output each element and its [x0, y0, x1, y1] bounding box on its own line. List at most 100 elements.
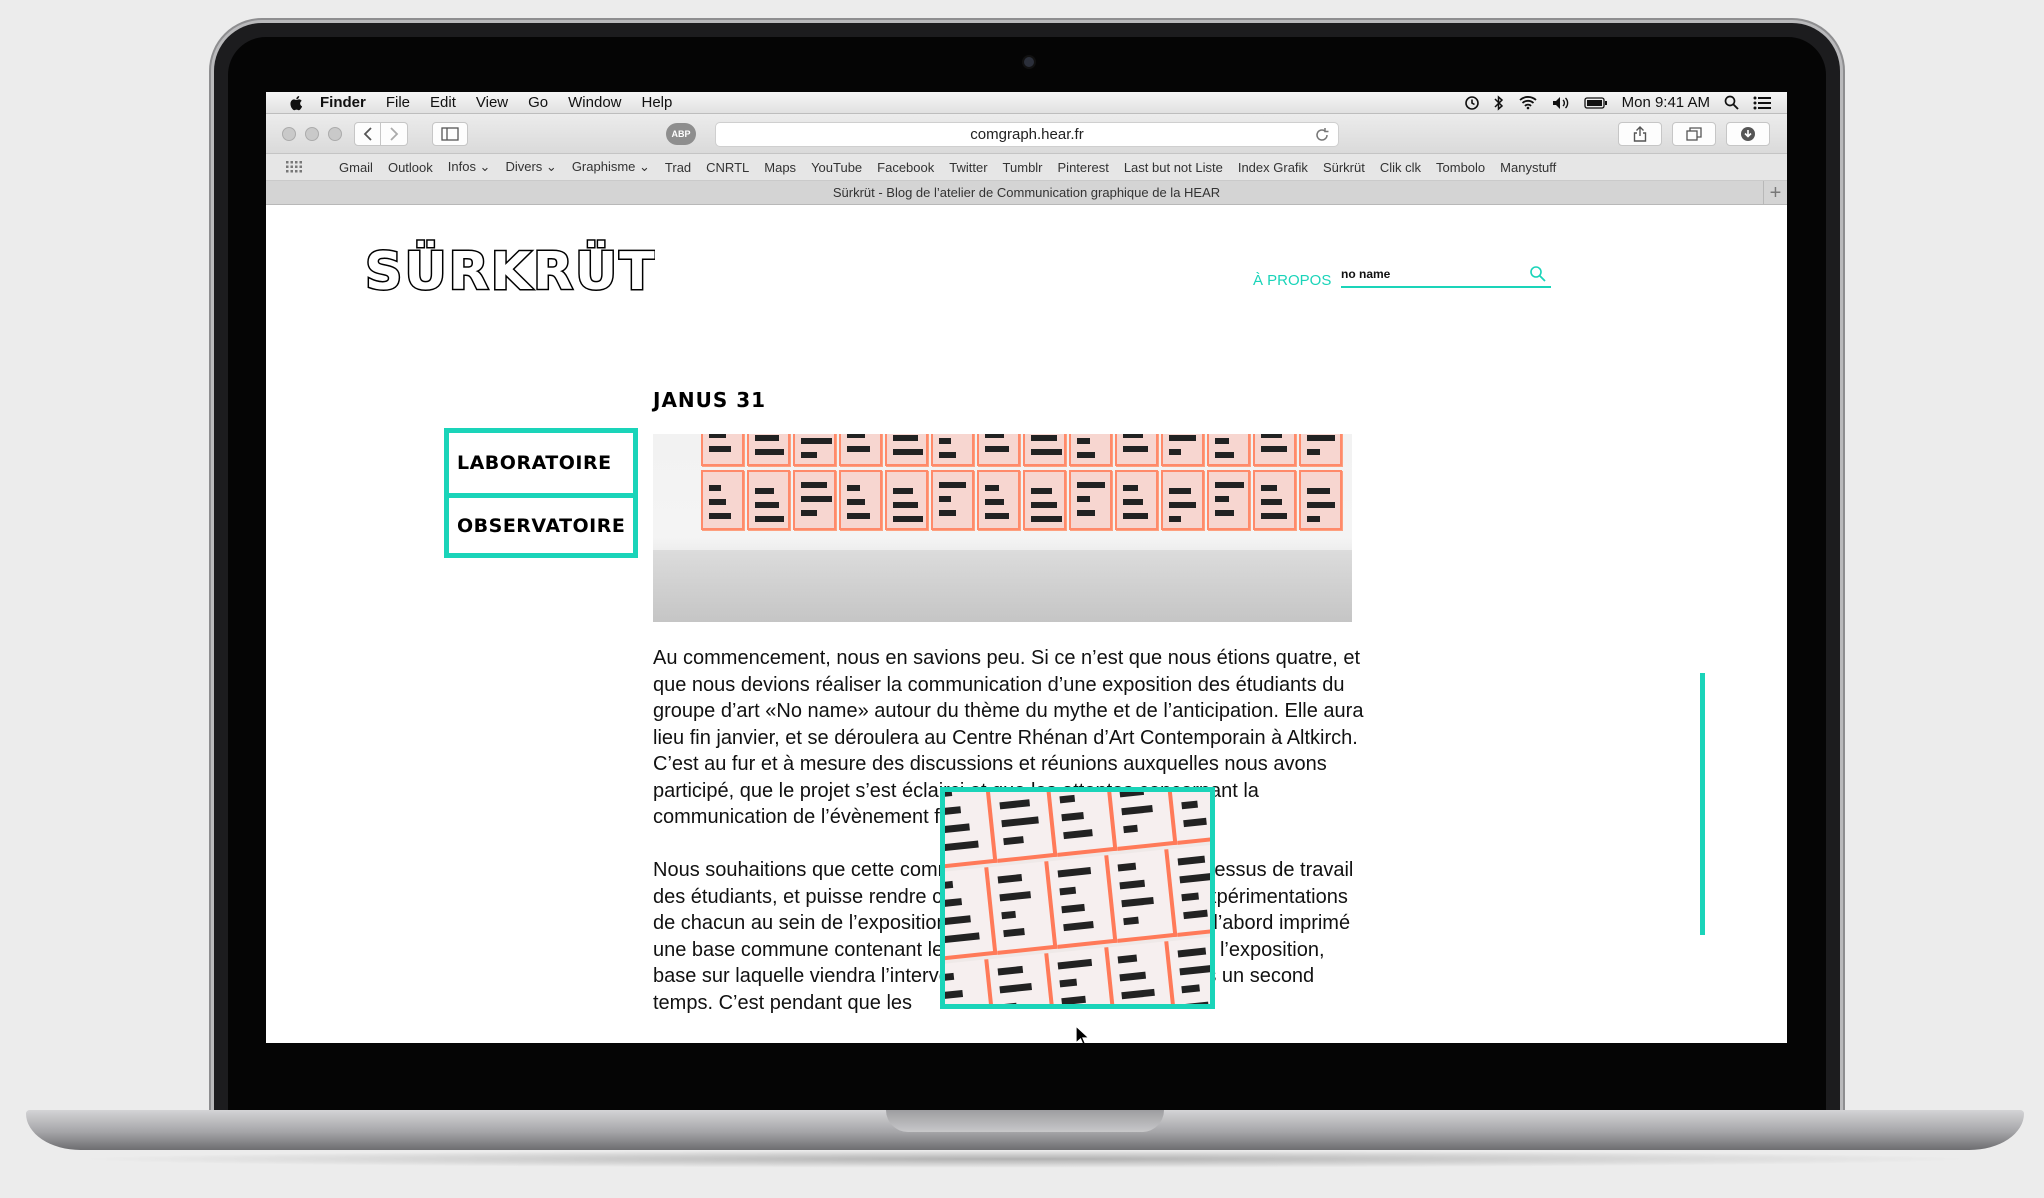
poster-thumbnail	[1115, 434, 1158, 466]
site-logo[interactable]: SÜRKRÜT	[365, 233, 655, 296]
notification-center-icon[interactable]	[1753, 96, 1771, 110]
downloads-icon	[1741, 127, 1755, 141]
poster-thumbnail	[1299, 470, 1342, 530]
bookmark-manystuff[interactable]: Manystuff	[1500, 160, 1556, 175]
search-field[interactable]: no name	[1341, 262, 1551, 288]
bookmark-graphisme[interactable]: Graphisme ⌄	[572, 159, 650, 175]
apropos-link[interactable]: À PROPOS	[1253, 272, 1331, 289]
poster-thumbnail	[1108, 941, 1178, 1004]
poster-thumbnail	[1048, 855, 1118, 949]
bookmark-divers[interactable]: Divers ⌄	[505, 159, 556, 175]
zoom-window-button[interactable]	[328, 127, 342, 141]
sidebar-button[interactable]	[432, 122, 468, 146]
reload-icon[interactable]	[1314, 127, 1330, 143]
nav-observatoire[interactable]: OBSERVATOIRE	[449, 493, 633, 553]
bookmark-cnrtl[interactable]: CNRTL	[706, 160, 749, 175]
bookmark-twitter[interactable]: Twitter	[949, 160, 987, 175]
laptop-notch	[886, 1110, 1164, 1132]
browser-toolbar: ABP comgraph.hear.fr	[266, 114, 1787, 154]
minimize-window-button[interactable]	[305, 127, 319, 141]
poster-thumbnail	[701, 470, 744, 530]
poster-thumbnail	[1253, 434, 1296, 466]
url-text[interactable]: comgraph.hear.fr	[970, 126, 1083, 143]
logo-text: SÜRKRÜT	[365, 240, 655, 295]
poster-thumbnail	[945, 792, 998, 869]
scroll-indicator[interactable]	[1700, 673, 1705, 935]
poster-thumbnail	[1115, 470, 1158, 530]
bookmark-outlook[interactable]: Outlook	[388, 160, 433, 175]
menu-go[interactable]: Go	[528, 94, 548, 111]
apple-icon[interactable]	[288, 94, 306, 112]
nav-laboratoire[interactable]: LABORATOIRE	[449, 433, 633, 493]
bookmark-trad[interactable]: Trad	[665, 160, 691, 175]
image-preview-overlay[interactable]	[940, 787, 1215, 1009]
bluetooth-icon[interactable]	[1494, 94, 1504, 111]
share-icon	[1633, 126, 1647, 142]
forward-button[interactable]	[381, 122, 408, 146]
poster-thumbnail	[1048, 792, 1118, 857]
poster-thumbnail	[1299, 434, 1342, 466]
bookmark-maps[interactable]: Maps	[764, 160, 796, 175]
poster-thumbnail	[931, 434, 974, 466]
poster-thumbnail	[1161, 470, 1204, 530]
battery-icon[interactable]	[1583, 96, 1608, 109]
back-button[interactable]	[354, 122, 381, 146]
poster-thumbnail	[747, 470, 790, 530]
poster-thumbnail	[1108, 792, 1178, 851]
bookmark-gmail[interactable]: Gmail	[339, 160, 373, 175]
poster-thumbnail	[885, 434, 928, 466]
grid-icon[interactable]	[286, 161, 302, 173]
menu-extras: Mon 9:41 AM	[1464, 94, 1787, 111]
bookmark-tombolo[interactable]: Tombolo	[1436, 160, 1485, 175]
bookmark-infos[interactable]: Infos ⌄	[448, 159, 491, 175]
menu-clock[interactable]: Mon 9:41 AM	[1622, 94, 1710, 111]
bookmarks-bar: Gmail Outlook Infos ⌄ Divers ⌄ Graphisme…	[266, 154, 1787, 181]
poster-thumbnail	[1253, 470, 1296, 530]
bookmark-surkrut[interactable]: Sürkrüt	[1323, 160, 1365, 175]
poster-thumbnail	[931, 470, 974, 530]
wifi-icon[interactable]	[1518, 95, 1538, 110]
poster-thumbnail	[1168, 935, 1210, 1004]
menu-app-name[interactable]: Finder	[320, 94, 366, 111]
poster-thumbnail	[988, 953, 1058, 1004]
share-button[interactable]	[1618, 122, 1662, 146]
adblock-button[interactable]: ABP	[666, 123, 696, 145]
camera-icon	[1022, 55, 1036, 69]
bookmark-youtube[interactable]: YouTube	[811, 160, 862, 175]
screen: Finder File Edit View Go Window Help Mon…	[266, 92, 1787, 1043]
search-icon[interactable]	[1529, 265, 1547, 283]
volume-icon[interactable]	[1552, 96, 1570, 110]
tab-title[interactable]: Sürkrüt - Blog de l’atelier de Communica…	[833, 185, 1220, 200]
poster-thumbnail	[701, 434, 744, 466]
poster-thumbnail	[977, 434, 1020, 466]
poster-thumbnail	[988, 861, 1058, 955]
tabs-overview-button[interactable]	[1672, 122, 1716, 146]
menu-window[interactable]: Window	[568, 94, 621, 111]
menu-help[interactable]: Help	[642, 94, 673, 111]
menu-view[interactable]: View	[476, 94, 508, 111]
close-window-button[interactable]	[282, 127, 296, 141]
menu-bar: Finder File Edit View Go Window Help Mon…	[266, 92, 1787, 114]
poster-thumbnail	[839, 470, 882, 530]
bookmark-tumblr[interactable]: Tumblr	[1003, 160, 1043, 175]
downloads-button[interactable]	[1726, 122, 1770, 146]
bookmark-clik-clk[interactable]: Clik clk	[1380, 160, 1421, 175]
url-bar[interactable]: comgraph.hear.fr	[715, 122, 1339, 147]
bookmark-last-but-not-liste[interactable]: Last but not Liste	[1124, 160, 1223, 175]
new-tab-button[interactable]: +	[1763, 181, 1787, 205]
web-page: SÜRKRÜT À PROPOS no name JANUS 31 LABORA…	[266, 205, 1787, 1043]
bookmark-facebook[interactable]: Facebook	[877, 160, 934, 175]
search-value[interactable]: no name	[1341, 267, 1390, 281]
menu-edit[interactable]: Edit	[430, 94, 456, 111]
sidebar-icon	[441, 127, 459, 141]
bookmark-pinterest[interactable]: Pinterest	[1058, 160, 1109, 175]
bookmark-index-grafik[interactable]: Index Grafik	[1238, 160, 1308, 175]
spotlight-icon[interactable]	[1724, 95, 1739, 110]
poster-thumbnail	[793, 470, 836, 530]
poster-thumbnail	[1023, 434, 1066, 466]
menu-file[interactable]: File	[386, 94, 410, 111]
poster-thumbnail	[793, 434, 836, 466]
time-machine-icon[interactable]	[1464, 95, 1480, 111]
hero-image	[653, 434, 1352, 622]
poster-thumbnail	[1069, 470, 1112, 530]
